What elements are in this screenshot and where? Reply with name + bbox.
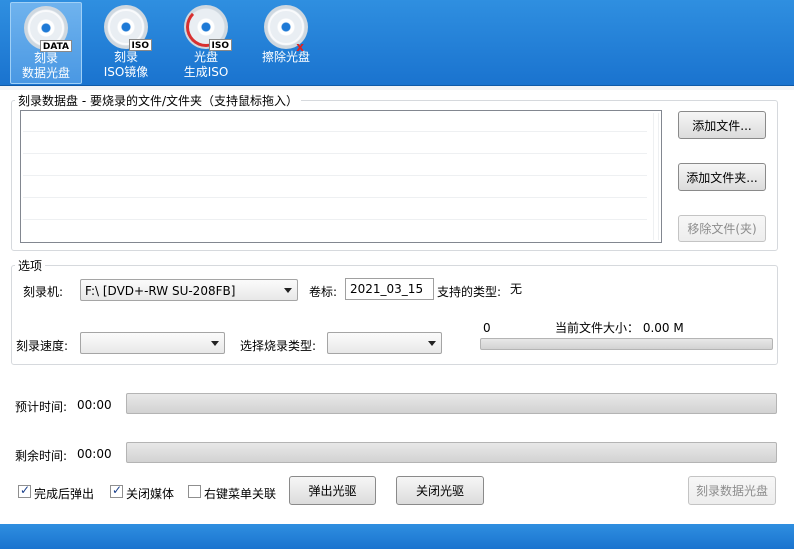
chevron-down-icon xyxy=(428,341,436,346)
eject-disc-button[interactable]: 弹出光驱 xyxy=(289,476,376,505)
tool-erase-disc[interactable]: x 擦除光盘 xyxy=(250,2,322,84)
close-media-label: 关闭媒体 xyxy=(126,487,175,501)
burn-type-label: 选择烧录类型: xyxy=(240,339,317,353)
current-file-progress xyxy=(480,338,773,350)
context-menu-checkbox[interactable] xyxy=(188,485,201,498)
remaining-time-value: 00:00 xyxy=(77,447,112,461)
burn-data-disc-button[interactable]: 刻录数据光盘 xyxy=(688,476,776,505)
chevron-down-icon xyxy=(211,341,219,346)
eject-after-checkbox[interactable]: ✓ xyxy=(18,483,31,498)
add-file-button[interactable]: 添加文件... xyxy=(678,111,766,139)
close-media-checkbox[interactable]: ✓ xyxy=(110,483,123,498)
file-list[interactable] xyxy=(20,110,662,243)
tool-label-line2: ISO镜像 xyxy=(103,65,149,79)
speed-label: 刻录速度: xyxy=(16,339,69,353)
checkmark-icon: ✓ xyxy=(112,483,123,497)
estimated-time-value: 00:00 xyxy=(77,398,112,412)
disc-to-iso-icon: ISO xyxy=(184,5,232,51)
supported-types-value: 无 xyxy=(510,282,523,296)
toolbar-separator xyxy=(0,86,794,90)
remove-file-button[interactable]: 移除文件(夹) xyxy=(678,215,766,242)
burner-select-value: F:\ [DVD+-RW SU-208FB] xyxy=(85,284,236,298)
checkmark-icon: ✓ xyxy=(20,483,31,497)
tool-burn-iso[interactable]: ISO 刻录 ISO镜像 xyxy=(90,2,162,84)
tool-label-line2: 生成ISO xyxy=(183,65,229,79)
main-toolbar: DATA 刻录 数据光盘 ISO 刻录 ISO镜像 ISO 光盘 生成ISO x… xyxy=(0,0,794,86)
tool-label-line1: 刻录 xyxy=(113,50,138,64)
burner-select[interactable]: F:\ [DVD+-RW SU-208FB] xyxy=(80,279,298,301)
remaining-time-progress xyxy=(126,442,777,463)
options-group-legend: 选项 xyxy=(18,259,43,273)
tool-label-line1: 擦除光盘 xyxy=(261,50,310,64)
burn-type-select[interactable] xyxy=(327,332,442,354)
volume-label: 卷标: xyxy=(309,285,338,299)
add-folder-button[interactable]: 添加文件夹... xyxy=(678,163,766,191)
burn-iso-icon: ISO xyxy=(104,5,152,51)
tool-disc-to-iso[interactable]: ISO 光盘 生成ISO xyxy=(170,2,242,84)
context-menu-label: 右键菜单关联 xyxy=(204,487,277,501)
erase-disc-icon: x xyxy=(264,5,308,53)
data-disc-icon: DATA xyxy=(24,6,72,52)
current-file-size: 当前文件大小： 0.00 M xyxy=(555,321,684,335)
estimated-time-label: 预计时间: xyxy=(15,400,68,414)
eject-after-label: 完成后弹出 xyxy=(34,487,95,501)
burner-label: 刻录机: xyxy=(23,285,64,299)
close-drive-button[interactable]: 关闭光驱 xyxy=(396,476,484,505)
chevron-down-icon xyxy=(284,288,292,293)
speed-select[interactable] xyxy=(80,332,225,354)
tool-burn-data-disc[interactable]: DATA 刻录 数据光盘 xyxy=(10,2,82,84)
estimated-time-progress xyxy=(126,393,777,414)
files-group-legend: 刻录数据盘 - 要烧录的文件/文件夹（支持鼠标拖入） xyxy=(18,94,299,108)
tool-label-line1: 刻录 xyxy=(33,51,58,65)
remaining-time-label: 剩余时间: xyxy=(15,449,68,463)
supported-types-label: 支持的类型: xyxy=(437,285,502,299)
tool-label-line1: 光盘 xyxy=(193,50,218,64)
file-count-value: 0 xyxy=(483,321,491,335)
status-bar xyxy=(0,524,794,549)
volume-input[interactable]: 2021_03_15 xyxy=(345,278,434,300)
tool-label-line2: 数据光盘 xyxy=(21,66,70,80)
